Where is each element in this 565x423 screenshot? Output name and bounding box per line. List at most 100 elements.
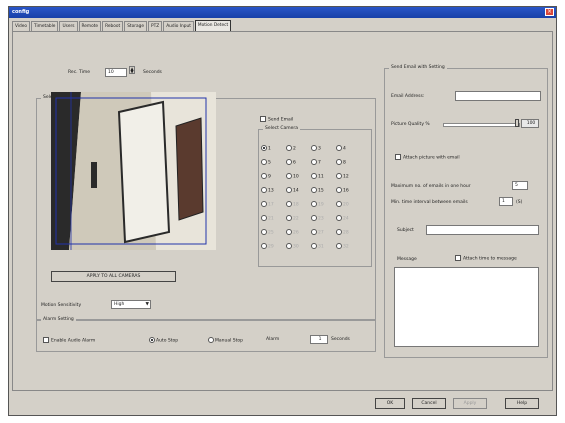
motion-detect-panel: Rec. Time 10 ▲▼ Seconds Select Camera AP… bbox=[12, 31, 553, 391]
camera-radio-dot[interactable] bbox=[286, 173, 292, 179]
camera-radio-dot[interactable] bbox=[286, 159, 292, 165]
manual-stop-label: Manual Stop bbox=[215, 338, 244, 344]
tab-video[interactable]: Video bbox=[12, 21, 31, 31]
camera-radio-16[interactable]: 16 bbox=[336, 187, 349, 194]
camera-radio-dot[interactable] bbox=[311, 173, 317, 179]
camera-radio-4[interactable]: 4 bbox=[336, 145, 346, 152]
camera-radio-dot[interactable] bbox=[336, 145, 342, 151]
rec-time-spinner[interactable]: ▲ ▼ bbox=[129, 66, 135, 74]
manual-stop-radio[interactable]: Manual Stop bbox=[208, 337, 243, 344]
camera-radio-dot[interactable] bbox=[261, 187, 267, 193]
auto-stop-radio-dot[interactable] bbox=[149, 337, 155, 343]
camera-radio-2[interactable]: 2 bbox=[286, 145, 296, 152]
camera-radio-dot[interactable] bbox=[311, 159, 317, 165]
camera-radio-label: 10 bbox=[293, 174, 299, 180]
email-address-input[interactable] bbox=[455, 91, 541, 101]
attach-picture-checkbox[interactable]: Attach picture with email bbox=[395, 154, 460, 161]
camera-radio-17: 17 bbox=[261, 201, 274, 208]
camera-radio-dot[interactable] bbox=[261, 145, 267, 151]
alarm-duration-unit: Seconds bbox=[331, 337, 350, 342]
camera-radio-30: 30 bbox=[286, 243, 299, 250]
camera-radio-5[interactable]: 5 bbox=[261, 159, 271, 166]
help-button[interactable]: Help bbox=[505, 398, 539, 409]
rec-time-unit: Seconds bbox=[143, 70, 162, 75]
camera-preview bbox=[51, 92, 216, 250]
chevron-down-icon: ▼ bbox=[145, 302, 149, 307]
camera-radio-8[interactable]: 8 bbox=[336, 159, 346, 166]
camera-radio-label: 21 bbox=[268, 216, 274, 222]
send-email-check[interactable] bbox=[260, 116, 266, 122]
camera-radio-label: 17 bbox=[268, 202, 274, 208]
camera-radio-label: 24 bbox=[343, 216, 349, 222]
camera-radio-dot bbox=[261, 243, 267, 249]
camera-radio-dot[interactable] bbox=[336, 159, 342, 165]
enable-audio-alarm-label: Enable Audio Alarm bbox=[51, 338, 96, 344]
alarm-setting-label: Alarm Setting bbox=[41, 317, 76, 322]
subject-input[interactable] bbox=[426, 225, 539, 235]
motion-sensitivity-select[interactable]: High ▼ bbox=[111, 300, 151, 309]
enable-audio-alarm-checkbox[interactable]: Enable Audio Alarm bbox=[43, 337, 95, 344]
picture-quality-slider-track[interactable] bbox=[443, 123, 520, 127]
subject-label: Subject bbox=[397, 228, 414, 233]
camera-radio-label: 19 bbox=[318, 202, 324, 208]
camera-radio-13[interactable]: 13 bbox=[261, 187, 274, 194]
camera-radio-dot bbox=[311, 201, 317, 207]
close-icon: × bbox=[546, 8, 553, 15]
cancel-button[interactable]: Cancel bbox=[412, 398, 446, 409]
camera-radio-label: 25 bbox=[268, 230, 274, 236]
camera-radio-27: 27 bbox=[311, 229, 324, 236]
camera-radio-dot[interactable] bbox=[261, 159, 267, 165]
max-emails-input[interactable]: 5 bbox=[512, 181, 528, 190]
tab-users[interactable]: Users bbox=[59, 21, 78, 31]
title-bar[interactable]: config × bbox=[9, 7, 556, 18]
camera-radio-dot[interactable] bbox=[336, 187, 342, 193]
picture-quality-slider-thumb[interactable] bbox=[515, 119, 519, 127]
attach-time-check[interactable] bbox=[455, 255, 461, 261]
camera-radio-11[interactable]: 11 bbox=[311, 173, 324, 180]
camera-radio-22: 22 bbox=[286, 215, 299, 222]
min-interval-input[interactable]: 1 bbox=[499, 197, 513, 206]
ok-button[interactable]: OK bbox=[375, 398, 405, 409]
close-button[interactable]: × bbox=[545, 8, 554, 16]
camera-radio-6[interactable]: 6 bbox=[286, 159, 296, 166]
attach-time-checkbox[interactable]: Attach time to message bbox=[455, 255, 517, 262]
apply-to-all-cameras-button[interactable]: APPLY TO ALL CAMERAS bbox=[51, 271, 176, 282]
manual-stop-radio-dot[interactable] bbox=[208, 337, 214, 343]
tab-audio-input[interactable]: Audio Input bbox=[163, 21, 194, 31]
camera-radio-12[interactable]: 12 bbox=[336, 173, 349, 180]
tab-reboot[interactable]: Reboot bbox=[102, 21, 124, 31]
tab-storage[interactable]: Storage bbox=[124, 21, 148, 31]
camera-radio-label: 29 bbox=[268, 244, 274, 250]
camera-radio-1[interactable]: 1 bbox=[261, 145, 271, 152]
camera-radio-3[interactable]: 3 bbox=[311, 145, 321, 152]
camera-radio-7[interactable]: 7 bbox=[311, 159, 321, 166]
camera-radio-label: 15 bbox=[318, 188, 324, 194]
email-address-label: Email Address: bbox=[391, 94, 425, 99]
tab-ptz[interactable]: PTZ bbox=[148, 21, 163, 31]
send-email-checkbox[interactable]: Send Email bbox=[260, 116, 293, 123]
alarm-duration-input[interactable]: 1 bbox=[310, 335, 328, 344]
message-label: Message bbox=[397, 257, 417, 262]
camera-radio-dot[interactable] bbox=[336, 173, 342, 179]
camera-radio-14[interactable]: 14 bbox=[286, 187, 299, 194]
camera-radio-10[interactable]: 10 bbox=[286, 173, 299, 180]
tab-timetable[interactable]: Timetable bbox=[31, 21, 59, 31]
camera-radio-23: 23 bbox=[311, 215, 324, 222]
attach-picture-check[interactable] bbox=[395, 154, 401, 160]
camera-radio-dot[interactable] bbox=[311, 187, 317, 193]
rec-time-input[interactable]: 10 bbox=[105, 68, 127, 77]
tab-remote[interactable]: Remote bbox=[78, 21, 102, 31]
camera-radio-21: 21 bbox=[261, 215, 274, 222]
camera-radio-dot[interactable] bbox=[261, 173, 267, 179]
camera-radio-dot[interactable] bbox=[286, 145, 292, 151]
motion-sensitivity-label: Motion Sensitivity bbox=[41, 303, 82, 308]
tab-strip: Video Timetable Users Remote Reboot Stor… bbox=[12, 20, 232, 32]
camera-radio-9[interactable]: 9 bbox=[261, 173, 271, 180]
auto-stop-radio[interactable]: Auto Stop bbox=[149, 337, 178, 344]
enable-audio-alarm-check[interactable] bbox=[43, 337, 49, 343]
email-settings-label: Send Email with Setting bbox=[389, 65, 447, 70]
camera-radio-dot[interactable] bbox=[286, 187, 292, 193]
camera-radio-dot[interactable] bbox=[311, 145, 317, 151]
message-textarea[interactable] bbox=[394, 267, 539, 347]
camera-radio-15[interactable]: 15 bbox=[311, 187, 324, 194]
